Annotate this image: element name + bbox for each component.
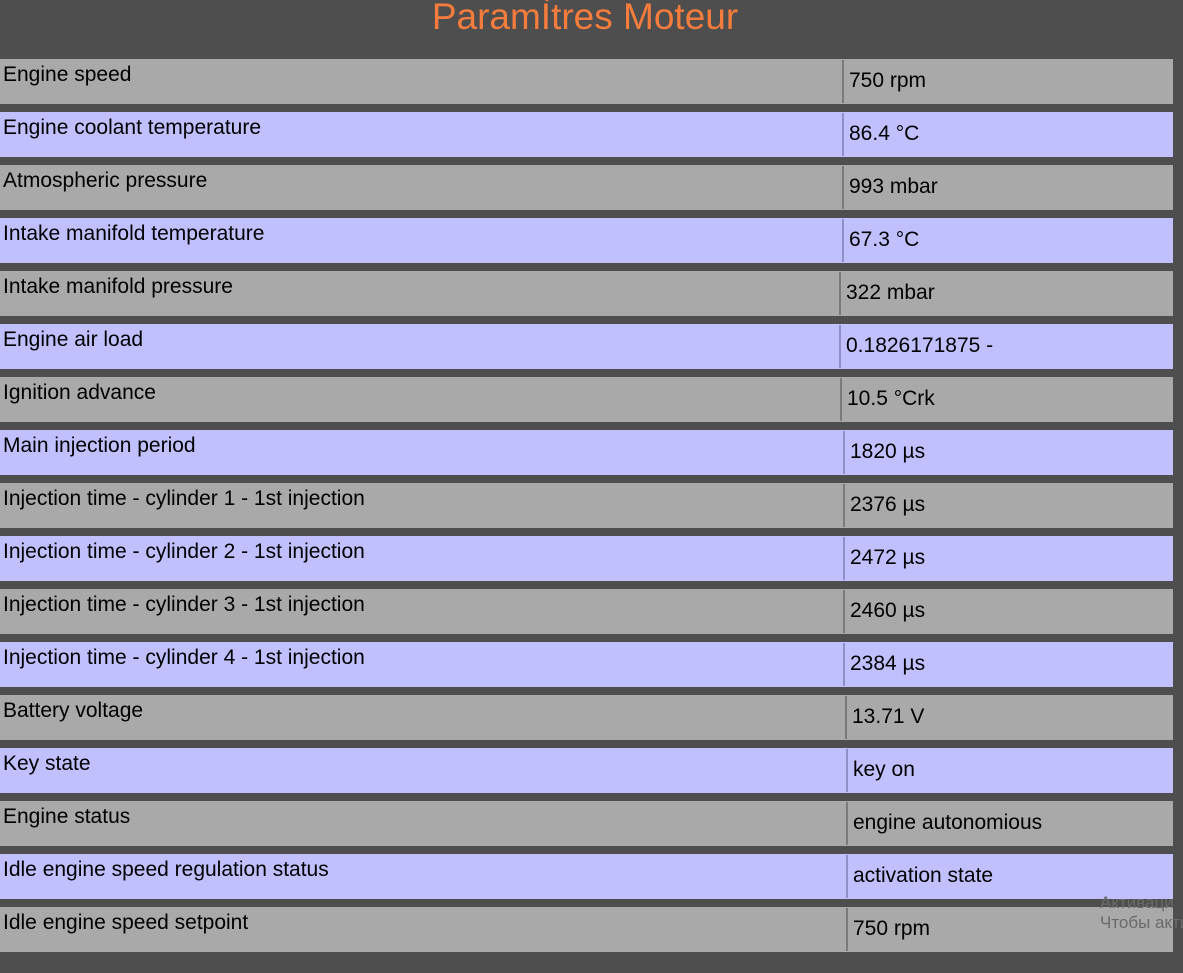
row-value: engine autonomious <box>846 802 1171 845</box>
watermark-line: Активаци <box>1100 893 1174 912</box>
table-row: Injection time - cylinder 1 - 1st inject… <box>0 483 1173 528</box>
row-label: Engine coolant temperature <box>3 116 261 139</box>
table-row: Atmospheric pressure 993 mbar <box>0 165 1173 210</box>
row-value: key on <box>846 749 1171 792</box>
table-row: Idle engine speed regulation status acti… <box>0 854 1173 899</box>
table-row: Engine status engine autonomious <box>0 801 1173 846</box>
parameters-table: Engine speed 750 rpm Engine coolant temp… <box>0 59 1173 960</box>
row-label: Engine status <box>3 805 131 828</box>
row-label: Engine air load <box>3 328 144 351</box>
table-row: Intake manifold temperature 67.3 °C <box>0 218 1173 263</box>
table-row: Key state key on <box>0 748 1173 793</box>
table-row: Intake manifold pressure 322 mbar <box>0 271 1173 316</box>
row-value: 2384 µs <box>843 643 1171 686</box>
row-label: Injection time - cylinder 4 - 1st inject… <box>3 646 365 669</box>
table-row: Main injection period 1820 µs <box>0 430 1173 475</box>
table-row: Engine coolant temperature 86.4 °C <box>0 112 1173 157</box>
table-row: Injection time - cylinder 4 - 1st inject… <box>0 642 1173 687</box>
table-row: Battery voltage 13.71 V <box>0 695 1173 740</box>
row-value: 993 mbar <box>842 166 1171 209</box>
row-label: Idle engine speed setpoint <box>3 911 249 934</box>
table-row: Engine air load 0.1826171875 - <box>0 324 1173 369</box>
row-label: Atmospheric pressure <box>3 169 208 192</box>
row-label: Injection time - cylinder 2 - 1st inject… <box>3 540 365 563</box>
row-value: 1820 µs <box>843 431 1171 474</box>
table-row: Engine speed 750 rpm <box>0 59 1173 104</box>
table-row: Ignition advance 10.5 °Crk <box>0 377 1173 422</box>
row-value: 10.5 °Crk <box>840 378 1171 421</box>
row-value: 322 mbar <box>839 272 1171 315</box>
row-label: Idle engine speed regulation status <box>3 858 329 881</box>
row-value: 2460 µs <box>843 590 1171 633</box>
row-value: 67.3 °C <box>842 219 1171 262</box>
row-label: Intake manifold pressure <box>3 275 233 298</box>
table-row: Injection time - cylinder 3 - 1st inject… <box>0 589 1173 634</box>
row-label: Injection time - cylinder 3 - 1st inject… <box>3 593 365 616</box>
table-row: Injection time - cylinder 2 - 1st inject… <box>0 536 1173 581</box>
row-value: 750 rpm <box>842 60 1171 103</box>
row-label: Ignition advance <box>3 381 156 404</box>
page-title: ParamÌtres Moteur <box>431 0 739 37</box>
row-value: 2376 µs <box>843 484 1171 527</box>
row-value: 13.71 V <box>845 696 1171 739</box>
row-value: activation state <box>846 855 1171 898</box>
row-label: Main injection period <box>3 434 196 457</box>
watermark-line: Чтобы акти <box>1100 913 1183 932</box>
row-label: Battery voltage <box>3 699 144 722</box>
row-value: 86.4 °C <box>842 113 1171 156</box>
row-value: 2472 µs <box>843 537 1171 580</box>
row-value: 0.1826171875 - <box>839 325 1171 368</box>
activation-watermark: Активаци Чтобы акти <box>1100 893 1183 933</box>
table-row: Idle engine speed setpoint 750 rpm <box>0 907 1173 952</box>
row-label: Injection time - cylinder 1 - 1st inject… <box>3 487 365 510</box>
row-label: Key state <box>3 752 91 775</box>
row-label: Engine speed <box>3 63 132 86</box>
row-label: Intake manifold temperature <box>3 222 265 245</box>
